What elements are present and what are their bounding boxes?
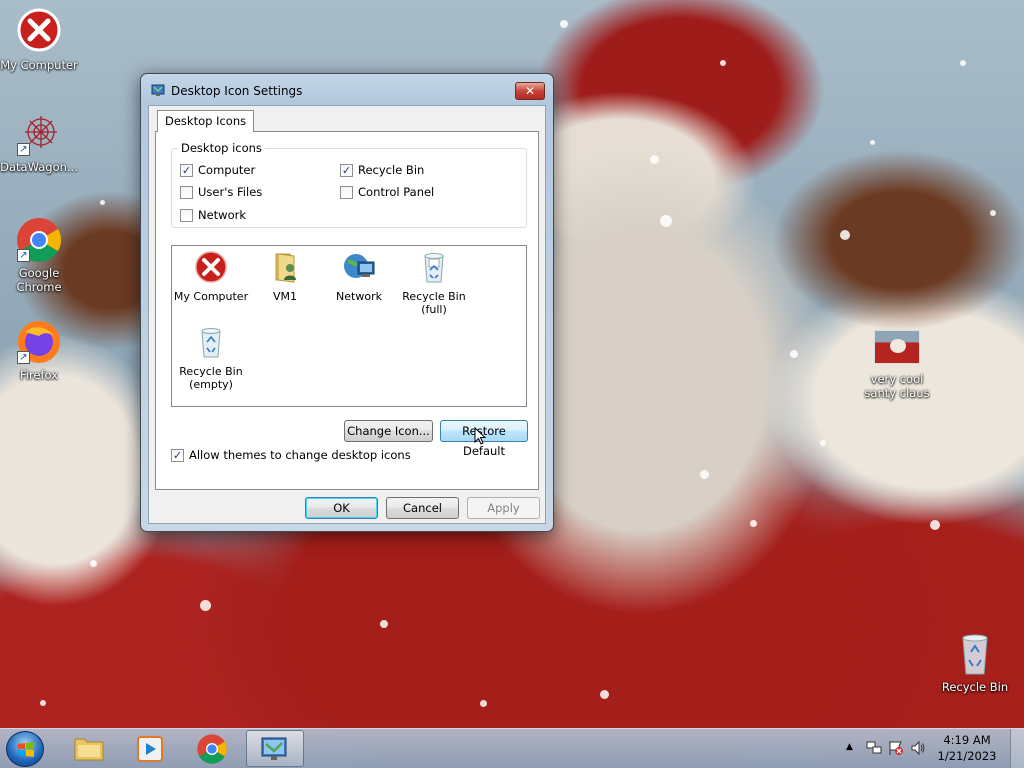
start-button[interactable] [6,731,44,767]
checkbox-label: Computer [198,163,256,177]
apply-button[interactable]: Apply [467,497,540,519]
taskbar-item-chrome[interactable] [183,730,241,767]
red-error-x-icon [194,250,228,284]
checkbox-label: Control Panel [358,185,435,199]
tab-panel: Desktop icons ✓ Computer ✓ Recycle Bin U… [155,131,539,490]
desktop-icon-google-chrome[interactable]: ↗ Google Chrome [0,216,81,294]
image-thumbnail-icon [874,330,920,364]
action-center-flag-icon[interactable] [888,740,904,759]
datawagon-icon: ↗ [15,110,63,158]
list-item-label: Network [336,290,382,303]
checkbox-allow-themes[interactable]: ✓ Allow themes to change desktop icons [171,448,411,462]
close-button[interactable]: ✕ [515,82,545,100]
desktop-settings-icon [151,83,165,97]
desktop-icon-recycle-bin[interactable]: Recycle Bin [933,630,1017,694]
checkbox-unchecked-icon[interactable] [180,185,193,199]
red-error-x-icon [15,8,63,56]
firefox-icon: ↗ [15,318,63,366]
checkbox-recycle-bin[interactable]: ✓ Recycle Bin [340,163,424,177]
desktop-icon-datawagon[interactable]: ↗ DataWagon... [0,110,81,174]
shortcut-arrow-icon: ↗ [17,249,30,262]
desktop-icon-settings-dialog: Desktop Icon Settings ✕ Desktop Icons De… [140,73,554,532]
network-globe-icon [342,250,376,284]
list-item-network[interactable]: Network [320,250,398,303]
checkbox-label: Allow themes to change desktop icons [189,448,411,462]
show-desktop-button[interactable] [1010,729,1024,768]
tab-desktop-icons[interactable]: Desktop Icons [157,110,255,132]
list-item-label: Recycle Bin (empty) [179,365,243,391]
desktop-icon-label: very cool santy claus [864,372,930,400]
checkbox-network[interactable]: Network [180,208,246,222]
clock-date: 1/21/2023 [937,749,997,763]
desktop-icon-label: Google Chrome [16,266,62,294]
dialog-client-area: Desktop Icons Desktop icons ✓ Computer ✓… [148,105,546,524]
recycle-bin-icon [951,630,999,678]
clock-time: 4:19 AM [943,733,991,747]
desktop-icon-label: Firefox [19,368,59,382]
media-player-icon [136,735,164,766]
title-bar[interactable]: Desktop Icon Settings ✕ [141,74,553,106]
desktop-icons-group: Desktop icons ✓ Computer ✓ Recycle Bin U… [171,142,527,228]
close-icon: ✕ [524,84,536,98]
chrome-icon [196,733,228,768]
show-hidden-icons-arrow[interactable]: ▲ [846,742,853,752]
list-item-label: VM1 [272,290,297,303]
desktop-icon-label: My Computer [0,58,78,72]
recycle-bin-full-icon [417,250,451,284]
windows-explorer-icon [74,735,104,764]
user-folder-icon [268,250,302,284]
desktop-icon-very-cool-santy-claus[interactable]: very cool santy claus [855,330,939,400]
checkbox-label: Recycle Bin [358,163,425,177]
checkbox-label: Network [198,208,247,222]
taskbar: ▲ 4:19 AM 1/21/2023 [0,728,1024,768]
group-label: Desktop icons [178,142,265,155]
list-item-label: Recycle Bin (full) [402,290,466,316]
windows-logo-icon [17,741,35,762]
recycle-bin-empty-icon [194,325,228,359]
checkbox-users-files[interactable]: User's Files [180,185,262,199]
desktop-icon-label: DataWagon... [0,160,78,174]
volume-icon[interactable] [910,740,926,759]
system-tray: ▲ 4:19 AM 1/21/2023 [834,729,1024,768]
shortcut-arrow-icon: ↗ [17,143,30,156]
desktop-icon-firefox[interactable]: ↗ Firefox [0,318,81,382]
checkbox-label: User's Files [198,185,263,199]
desktop-settings-icon [260,735,290,766]
ok-button[interactable]: OK [305,497,378,519]
list-item-vm1[interactable]: VM1 [246,250,324,303]
checkbox-checked-icon[interactable]: ✓ [340,163,353,177]
desktop-icon-label: Recycle Bin [941,680,1009,694]
checkbox-unchecked-icon[interactable] [180,208,193,222]
desktop-icon-my-computer[interactable]: My Computer [0,8,81,72]
list-item-my-computer[interactable]: My Computer [172,250,250,303]
shortcut-arrow-icon: ↗ [17,351,30,364]
mouse-cursor-icon [474,426,487,448]
checkbox-unchecked-icon[interactable] [340,185,353,199]
taskbar-item-desktop-settings[interactable] [246,730,304,767]
cancel-button[interactable]: Cancel [386,497,459,519]
checkbox-checked-icon[interactable]: ✓ [171,448,184,462]
checkbox-computer[interactable]: ✓ Computer [180,163,255,177]
checkbox-checked-icon[interactable]: ✓ [180,163,193,177]
dialog-title: Desktop Icon Settings [171,84,303,98]
network-icon[interactable] [866,740,882,759]
taskbar-item-media-player[interactable] [121,730,179,767]
checkbox-control-panel[interactable]: Control Panel [340,185,434,199]
list-item-recycle-bin-empty[interactable]: Recycle Bin (empty) [172,325,250,391]
taskbar-item-explorer[interactable] [60,730,118,767]
chrome-icon: ↗ [15,216,63,264]
list-item-recycle-bin-full[interactable]: Recycle Bin (full) [395,250,473,316]
list-item-label: My Computer [173,290,249,303]
clock[interactable]: 4:19 AM 1/21/2023 [932,732,1002,764]
change-icon-button[interactable]: Change Icon... [344,420,433,442]
icon-list-view[interactable]: My Computer VM1 Network Recycle Bin (ful… [171,245,527,407]
